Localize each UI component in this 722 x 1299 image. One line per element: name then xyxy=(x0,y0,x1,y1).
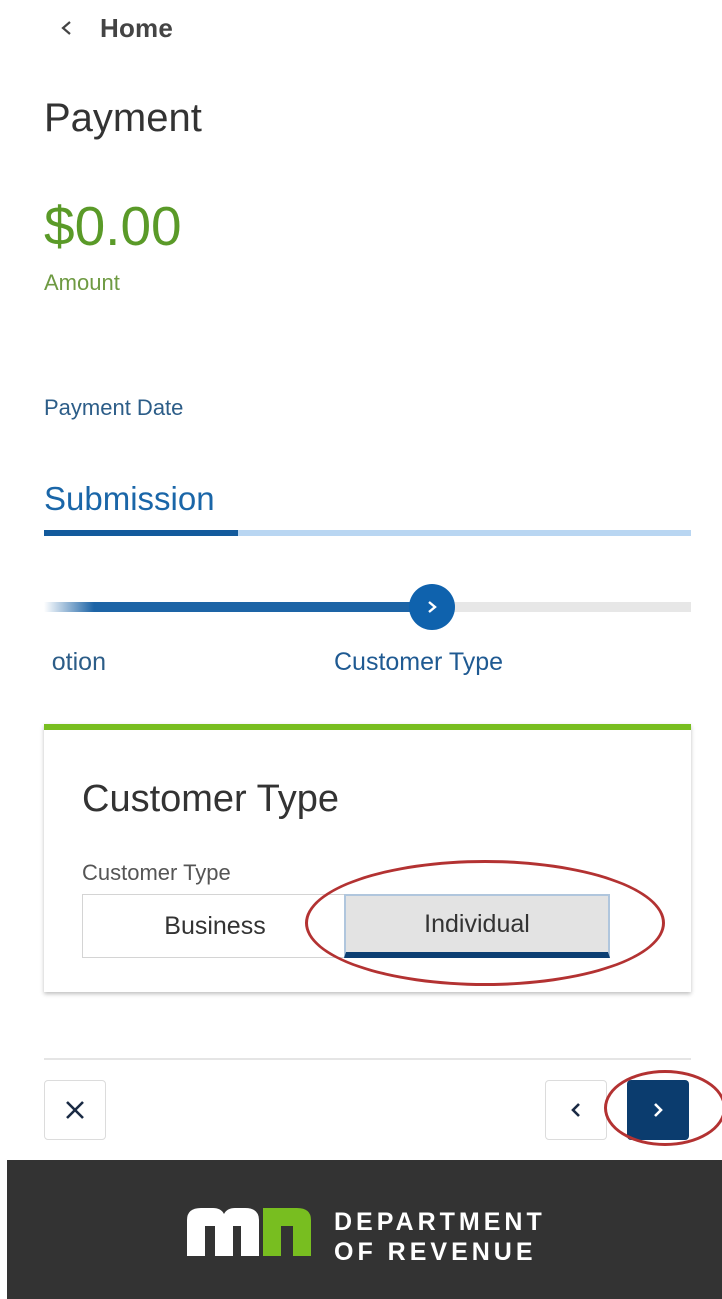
card-title: Customer Type xyxy=(82,778,339,820)
stepper-completed-line xyxy=(44,602,414,612)
close-icon xyxy=(66,1101,84,1119)
section-title: Submission xyxy=(44,480,215,517)
customer-type-field-label: Customer Type xyxy=(82,860,231,885)
mn-logo-icon xyxy=(187,1208,311,1256)
footer-department-line1: DEPARTMENT xyxy=(334,1208,546,1236)
business-option-button[interactable]: Business xyxy=(82,894,348,958)
payment-date-label: Payment Date xyxy=(44,395,184,420)
amount-value: $0.00 xyxy=(44,195,182,257)
chevron-left-icon xyxy=(571,1103,580,1117)
stepper-current-label[interactable]: Customer Type xyxy=(334,648,503,677)
section-progress-fill xyxy=(44,530,239,536)
stepper-current-step[interactable] xyxy=(409,584,455,630)
individual-option-button[interactable]: Individual xyxy=(344,894,610,958)
chevron-right-icon xyxy=(654,1103,663,1117)
footer: DEPARTMENT OF REVENUE xyxy=(7,1160,722,1299)
chevron-left-icon xyxy=(61,21,71,35)
chevron-right-icon xyxy=(428,601,437,613)
page-title: Payment xyxy=(44,96,202,140)
cancel-button[interactable] xyxy=(44,1080,106,1140)
amount-label: Amount xyxy=(44,270,120,295)
back-link[interactable]: Home xyxy=(44,6,173,50)
customer-type-segmented-control: Business Individual xyxy=(82,894,650,958)
customer-type-card: Customer Type Customer Type Business Ind… xyxy=(44,724,691,992)
divider xyxy=(44,1058,691,1060)
stepper-remaining-line xyxy=(450,602,691,612)
stepper-previous-label[interactable]: otion xyxy=(10,648,106,677)
previous-button[interactable] xyxy=(545,1080,607,1140)
next-button[interactable] xyxy=(627,1080,689,1140)
footer-department-line2: OF REVENUE xyxy=(334,1238,537,1266)
back-link-label: Home xyxy=(100,12,174,43)
